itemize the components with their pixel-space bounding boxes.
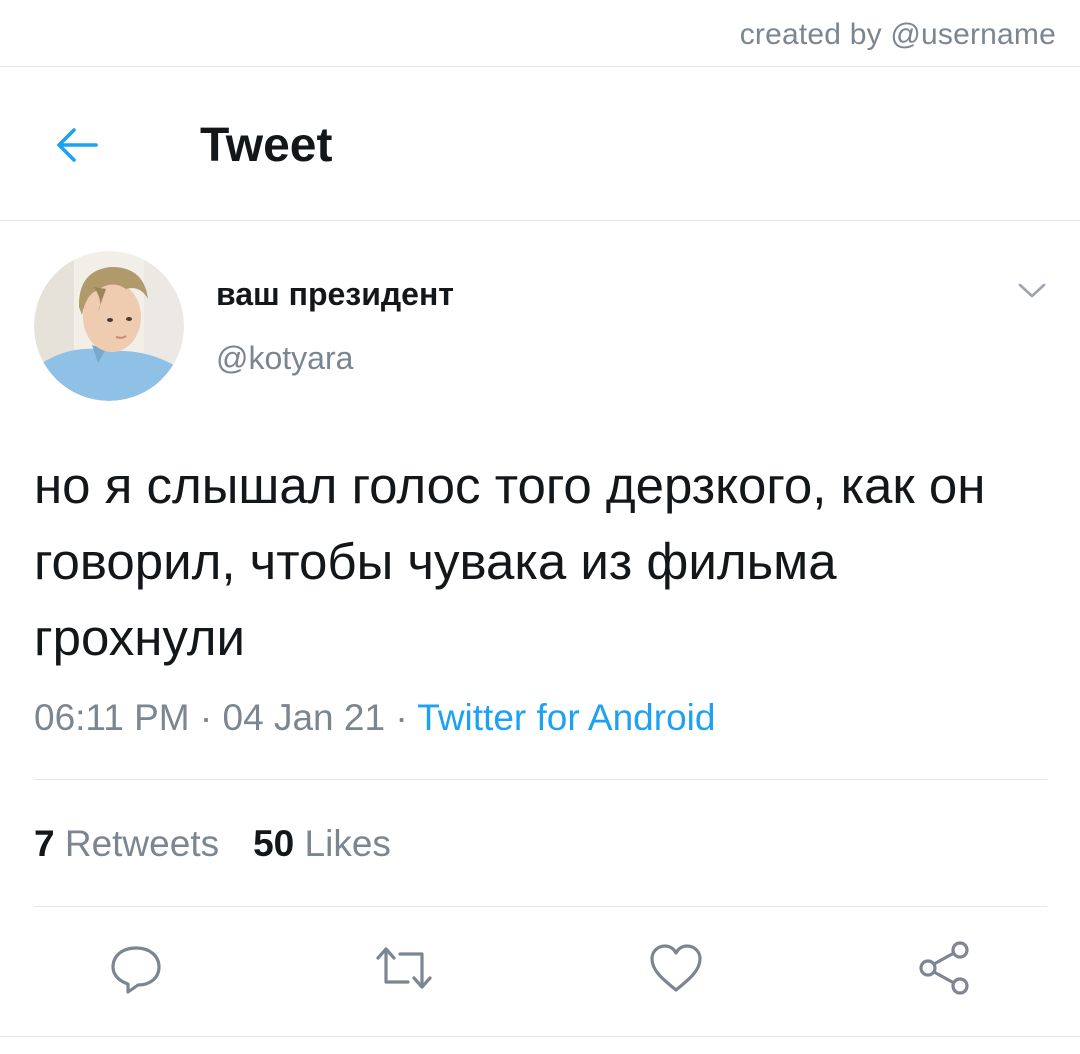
bottom-divider: [0, 1036, 1080, 1037]
author-handle[interactable]: @kotyara: [216, 340, 353, 377]
share-icon[interactable]: [914, 940, 974, 996]
meta-divider: [34, 779, 1047, 780]
tweet-meta: 06:11 PM · 04 Jan 21 · Twitter for Andro…: [34, 697, 715, 739]
header-divider: [0, 220, 1080, 221]
page-title: Tweet: [200, 119, 333, 172]
tweet-stats: 7 Retweets 50 Likes: [34, 823, 391, 865]
app-header: Tweet: [0, 90, 1080, 200]
retweets-label: Retweets: [64, 823, 220, 864]
tweet-detail-screen: created by @username Tweet ваш президент…: [0, 0, 1080, 1054]
reply-icon[interactable]: [106, 940, 166, 996]
retweets-count: 7: [34, 823, 55, 864]
avatar[interactable]: [34, 251, 184, 401]
likes-count: 50: [253, 823, 295, 864]
tweet-date: 04 Jan 21: [222, 697, 386, 738]
stats-divider: [34, 906, 1047, 907]
retweets-stat[interactable]: 7 Retweets: [34, 823, 219, 864]
meta-separator: ·: [385, 697, 418, 738]
retweet-icon[interactable]: [374, 940, 434, 996]
top-divider: [0, 66, 1080, 67]
chevron-down-icon[interactable]: [1016, 280, 1048, 302]
arrow-left-icon[interactable]: [52, 120, 102, 170]
tweet-source-link[interactable]: Twitter for Android: [417, 697, 715, 738]
tweet-time: 06:11 PM: [34, 697, 190, 738]
credit-watermark: created by @username: [739, 18, 1056, 51]
meta-separator: ·: [189, 697, 223, 738]
likes-label: Likes: [304, 823, 391, 864]
tweet-text: но я слышал голос того дерзкого, как он …: [34, 457, 986, 666]
author-name[interactable]: ваш президент: [216, 276, 454, 313]
like-icon[interactable]: [646, 940, 706, 996]
likes-stat[interactable]: 50 Likes: [253, 823, 391, 864]
